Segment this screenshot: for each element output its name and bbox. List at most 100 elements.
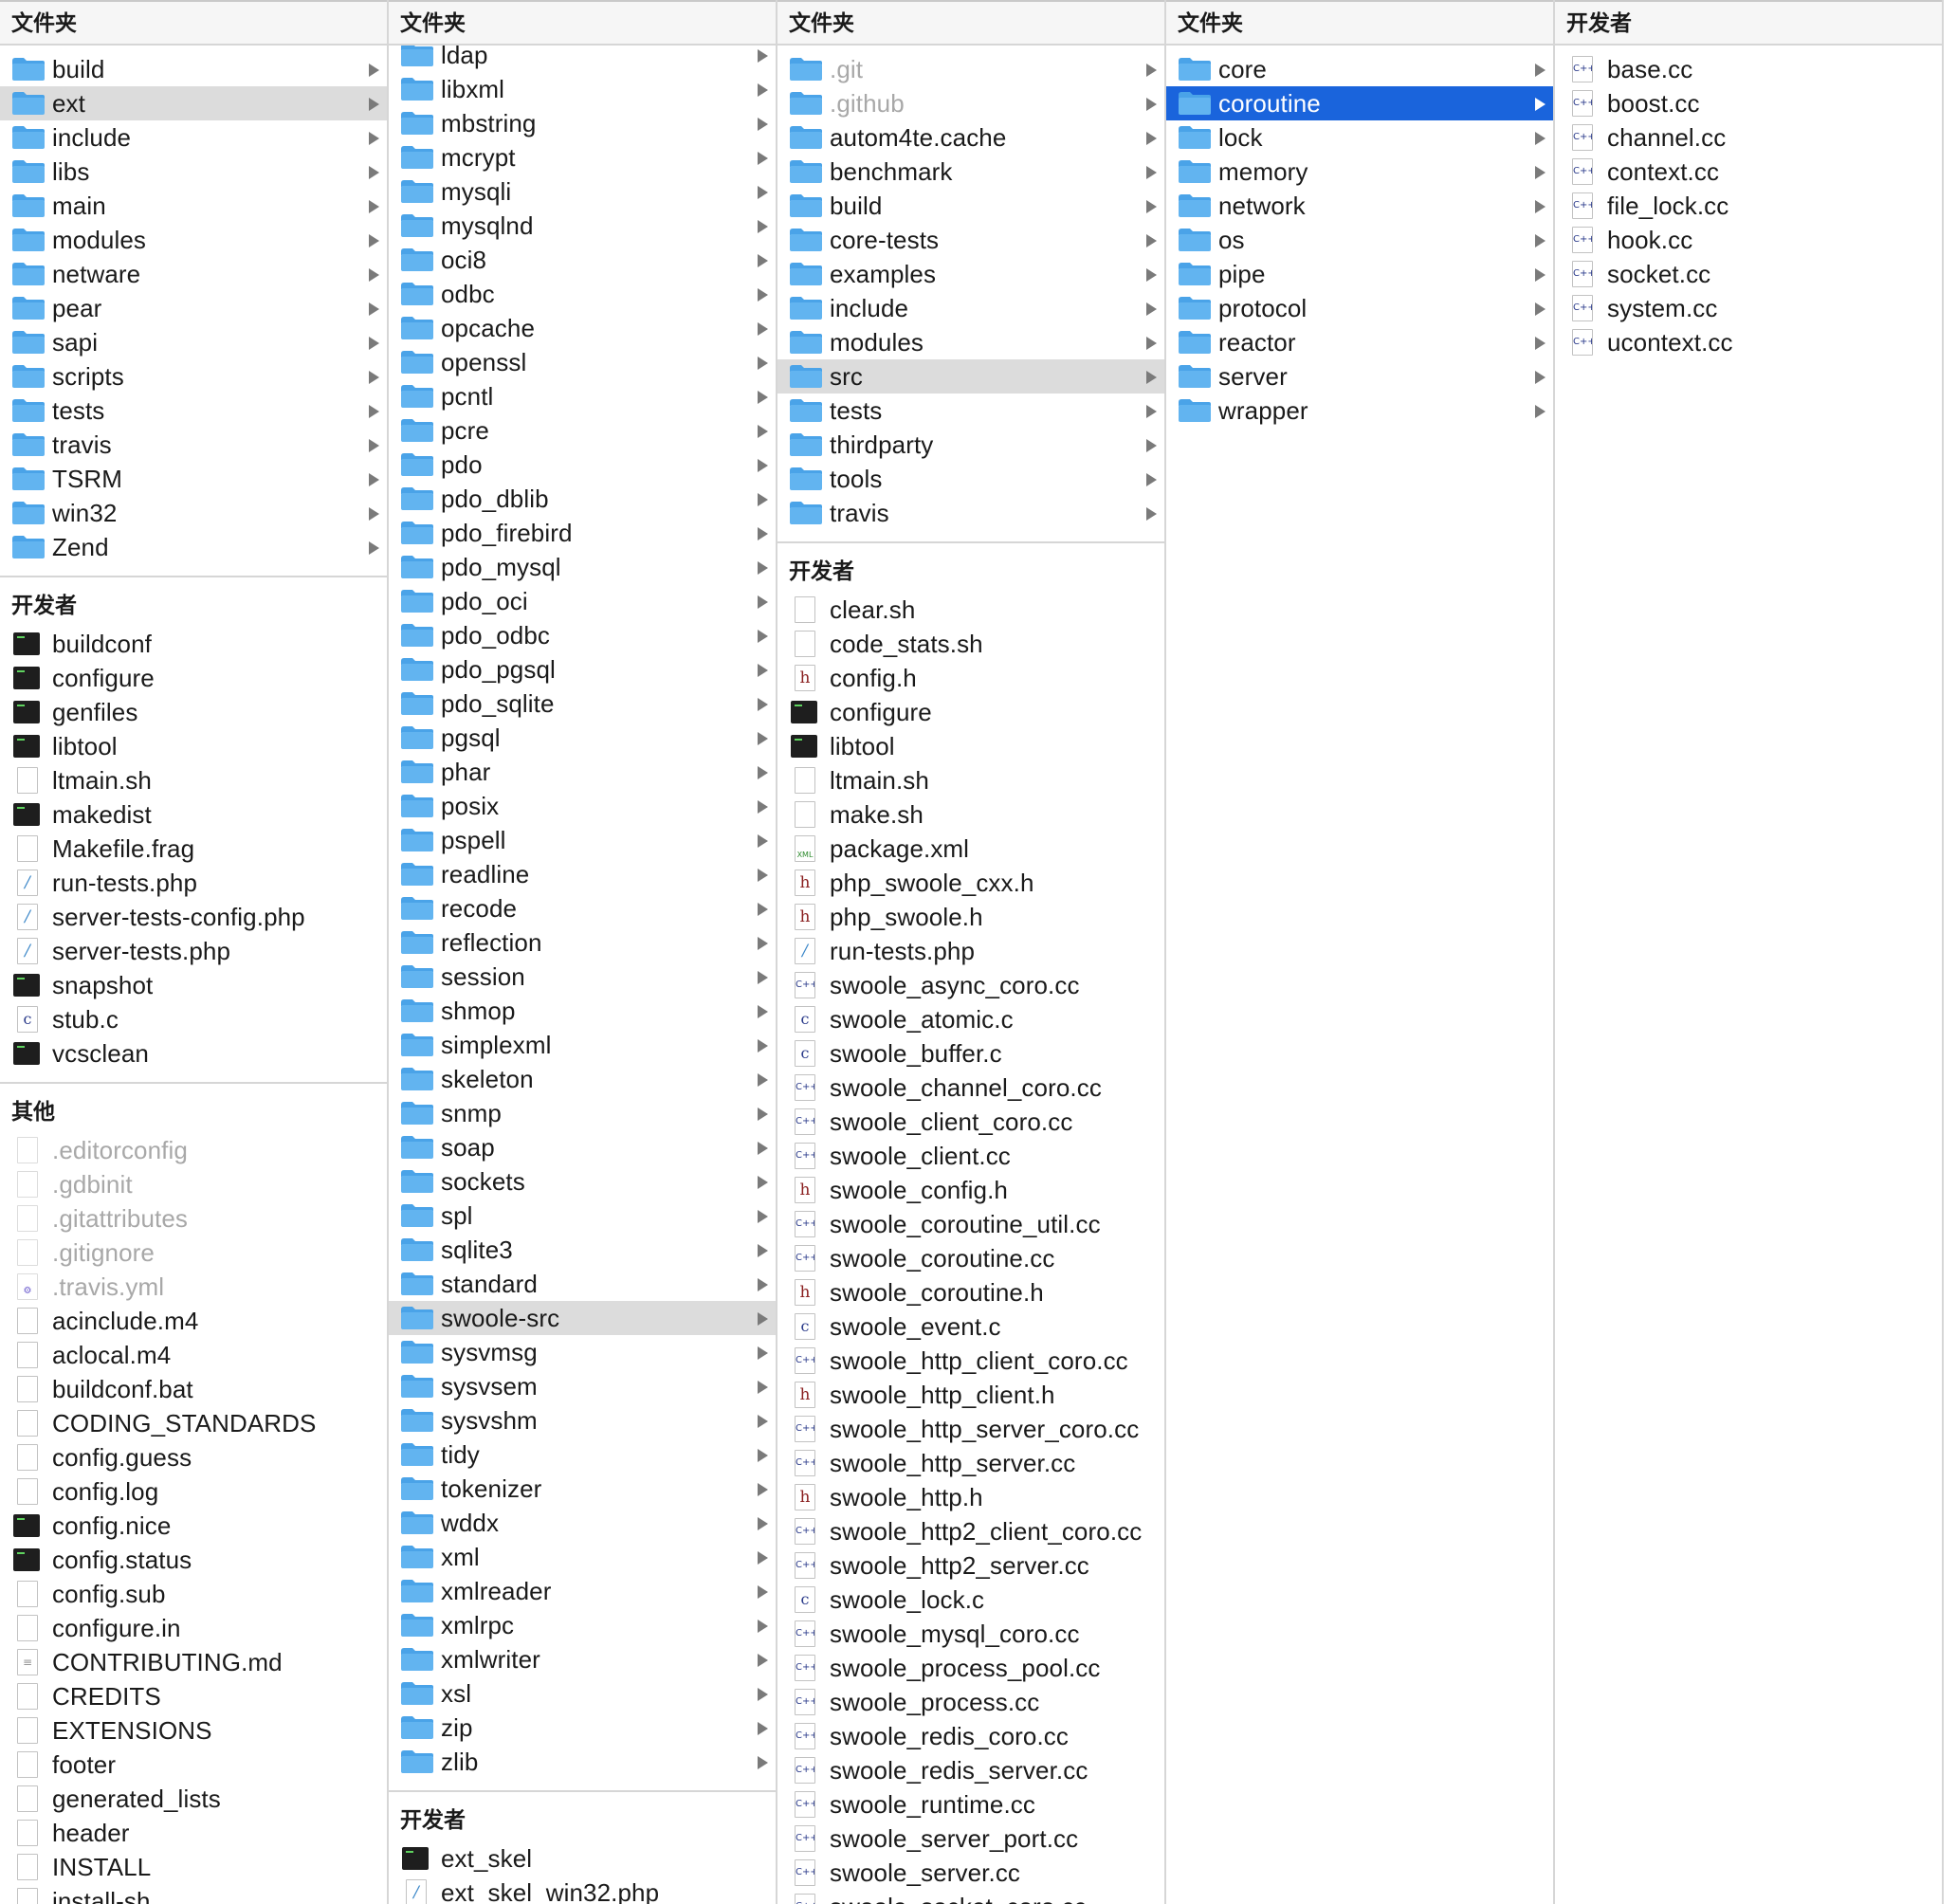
- file-item-config-sub[interactable]: config.sub: [0, 1577, 387, 1611]
- folder-item-include[interactable]: include: [0, 120, 387, 155]
- folder-item-wrapper[interactable]: wrapper: [1166, 394, 1553, 428]
- file-item-system-cc[interactable]: C++ system.cc: [1555, 291, 1942, 325]
- file-item-editorconfig[interactable]: .editorconfig: [0, 1133, 387, 1167]
- file-item-stub-c[interactable]: c stub.c: [0, 1002, 387, 1036]
- folder-item-sqlite3[interactable]: sqlite3: [389, 1233, 776, 1267]
- folder-item-pdo-odbc[interactable]: pdo_odbc: [389, 618, 776, 652]
- folder-item-pcntl[interactable]: pcntl: [389, 379, 776, 413]
- folder-item-soap[interactable]: soap: [389, 1130, 776, 1164]
- folder-item-include[interactable]: include: [777, 291, 1164, 325]
- file-item-run-tests-php[interactable]: / run-tests.php: [777, 934, 1164, 968]
- file-item-configure[interactable]: configure: [777, 695, 1164, 729]
- folder-item-opcache[interactable]: opcache: [389, 311, 776, 345]
- folder-item-build[interactable]: build: [0, 52, 387, 86]
- folder-item-sysvshm[interactable]: sysvshm: [389, 1403, 776, 1437]
- folder-item-mbstring[interactable]: mbstring: [389, 106, 776, 140]
- file-item-code-stats-sh[interactable]: code_stats.sh: [777, 627, 1164, 661]
- folder-item-odbc[interactable]: odbc: [389, 277, 776, 311]
- file-item-coding-standards[interactable]: CODING_STANDARDS: [0, 1406, 387, 1440]
- file-item-acinclude-m4[interactable]: acinclude.m4: [0, 1304, 387, 1338]
- folder-item-libxml[interactable]: libxml: [389, 72, 776, 106]
- folder-item-sysvmsg[interactable]: sysvmsg: [389, 1335, 776, 1369]
- file-item-swoole-async-coro-cc[interactable]: C++ swoole_async_coro.cc: [777, 968, 1164, 1002]
- file-item-swoole-http-server-cc[interactable]: C++ swoole_http_server.cc: [777, 1446, 1164, 1480]
- folder-item-protocol[interactable]: protocol: [1166, 291, 1553, 325]
- folder-item-xsl[interactable]: xsl: [389, 1676, 776, 1711]
- file-item-socket-cc[interactable]: C++ socket.cc: [1555, 257, 1942, 291]
- folder-item-autom4te-cache[interactable]: autom4te.cache: [777, 120, 1164, 155]
- file-item-install-sh[interactable]: install-sh: [0, 1884, 387, 1904]
- folder-item-travis[interactable]: travis: [0, 428, 387, 462]
- file-item-swoole-redis-server-cc[interactable]: C++ swoole_redis_server.cc: [777, 1753, 1164, 1787]
- folder-item-coroutine[interactable]: coroutine: [1166, 86, 1553, 120]
- folder-item-src[interactable]: src: [777, 359, 1164, 394]
- file-item-contributing-md[interactable]: ≡ CONTRIBUTING.md: [0, 1645, 387, 1679]
- folder-item-pgsql[interactable]: pgsql: [389, 721, 776, 755]
- folder-item-pdo-sqlite[interactable]: pdo_sqlite: [389, 687, 776, 721]
- file-item-buildconf-bat[interactable]: buildconf.bat: [0, 1372, 387, 1406]
- browser-column-4[interactable]: 文件夹 core coroutine lock memory network os pipe p…: [1166, 0, 1555, 1904]
- file-item-swoole-http-client-coro-cc[interactable]: C++ swoole_http_client_coro.cc: [777, 1344, 1164, 1378]
- folder-item-tests[interactable]: tests: [777, 394, 1164, 428]
- file-item-swoole-process-cc[interactable]: C++ swoole_process.cc: [777, 1685, 1164, 1719]
- file-item-configure[interactable]: configure: [0, 661, 387, 695]
- file-item-run-tests-php[interactable]: / run-tests.php: [0, 866, 387, 900]
- file-item-configure-in[interactable]: configure.in: [0, 1611, 387, 1645]
- folder-item-pdo-mysql[interactable]: pdo_mysql: [389, 550, 776, 584]
- file-item-swoole-http2-server-cc[interactable]: C++ swoole_http2_server.cc: [777, 1548, 1164, 1583]
- folder-item-mysqlnd[interactable]: mysqlnd: [389, 209, 776, 243]
- file-item-swoole-client-cc[interactable]: C++ swoole_client.cc: [777, 1139, 1164, 1173]
- file-item-swoole-process-pool-cc[interactable]: C++ swoole_process_pool.cc: [777, 1651, 1164, 1685]
- file-item-swoole-runtime-cc[interactable]: C++ swoole_runtime.cc: [777, 1787, 1164, 1822]
- file-item-php-swoole-cxx-h[interactable]: h php_swoole_cxx.h: [777, 866, 1164, 900]
- file-item-base-cc[interactable]: C++ base.cc: [1555, 52, 1942, 86]
- folder-item-shmop[interactable]: shmop: [389, 994, 776, 1028]
- folder-item-modules[interactable]: modules: [777, 325, 1164, 359]
- folder-item-simplexml[interactable]: simplexml: [389, 1028, 776, 1062]
- folder-item-github[interactable]: .github: [777, 86, 1164, 120]
- folder-item-zlib[interactable]: zlib: [389, 1745, 776, 1779]
- file-item-gitignore[interactable]: .gitignore: [0, 1236, 387, 1270]
- folder-item-swoole-src[interactable]: swoole-src: [389, 1301, 776, 1335]
- folder-item-os[interactable]: os: [1166, 223, 1553, 257]
- browser-column-5[interactable]: 开发者C++base.ccC++boost.ccC++channel.ccC++…: [1555, 0, 1944, 1904]
- file-item-config-h[interactable]: h config.h: [777, 661, 1164, 695]
- file-item-extensions[interactable]: EXTENSIONS: [0, 1713, 387, 1748]
- file-item-swoole-http-client-h[interactable]: h swoole_http_client.h: [777, 1378, 1164, 1412]
- file-item-ucontext-cc[interactable]: C++ ucontext.cc: [1555, 325, 1942, 359]
- file-item-php-swoole-h[interactable]: h php_swoole.h: [777, 900, 1164, 934]
- folder-item-lock[interactable]: lock: [1166, 120, 1553, 155]
- file-item-config-nice[interactable]: config.nice: [0, 1509, 387, 1543]
- browser-column-3[interactable]: 文件夹 .git .github autom4te.cache benchmark bui…: [777, 0, 1166, 1904]
- folder-item-modules[interactable]: modules: [0, 223, 387, 257]
- file-item-swoole-buffer-c[interactable]: c swoole_buffer.c: [777, 1036, 1164, 1071]
- folder-item-travis[interactable]: travis: [777, 496, 1164, 530]
- folder-item-network[interactable]: network: [1166, 189, 1553, 223]
- file-item-makedist[interactable]: makedist: [0, 797, 387, 832]
- folder-item-oci8[interactable]: oci8: [389, 243, 776, 277]
- file-item-swoole-lock-c[interactable]: c swoole_lock.c: [777, 1583, 1164, 1617]
- file-item-buildconf[interactable]: buildconf: [0, 627, 387, 661]
- folder-item-git[interactable]: .git: [777, 52, 1164, 86]
- file-item-server-tests-php[interactable]: / server-tests.php: [0, 934, 387, 968]
- folder-item-pipe[interactable]: pipe: [1166, 257, 1553, 291]
- file-item-context-cc[interactable]: C++ context.cc: [1555, 155, 1942, 189]
- file-item-file-lock-cc[interactable]: C++ file_lock.cc: [1555, 189, 1942, 223]
- file-item-generated-lists[interactable]: generated_lists: [0, 1782, 387, 1816]
- folder-item-netware[interactable]: netware: [0, 257, 387, 291]
- folder-item-session[interactable]: session: [389, 960, 776, 994]
- folder-item-phar[interactable]: phar: [389, 755, 776, 789]
- file-item-libtool[interactable]: libtool: [0, 729, 387, 763]
- file-item-swoole-socket-coro-cc[interactable]: C++ swoole_socket_coro.cc: [777, 1890, 1164, 1904]
- folder-item-zend[interactable]: Zend: [0, 530, 387, 564]
- file-item-swoole-channel-coro-cc[interactable]: C++ swoole_channel_coro.cc: [777, 1071, 1164, 1105]
- file-item-hook-cc[interactable]: C++ hook.cc: [1555, 223, 1942, 257]
- folder-item-zip[interactable]: zip: [389, 1711, 776, 1745]
- folder-item-server[interactable]: server: [1166, 359, 1553, 394]
- file-item-gitattributes[interactable]: .gitattributes: [0, 1201, 387, 1236]
- file-item-makefile-frag[interactable]: Makefile.frag: [0, 832, 387, 866]
- folder-item-build[interactable]: build: [777, 189, 1164, 223]
- folder-item-readline[interactable]: readline: [389, 857, 776, 891]
- folder-item-posix[interactable]: posix: [389, 789, 776, 823]
- file-item-package-xml[interactable]: XML package.xml: [777, 832, 1164, 866]
